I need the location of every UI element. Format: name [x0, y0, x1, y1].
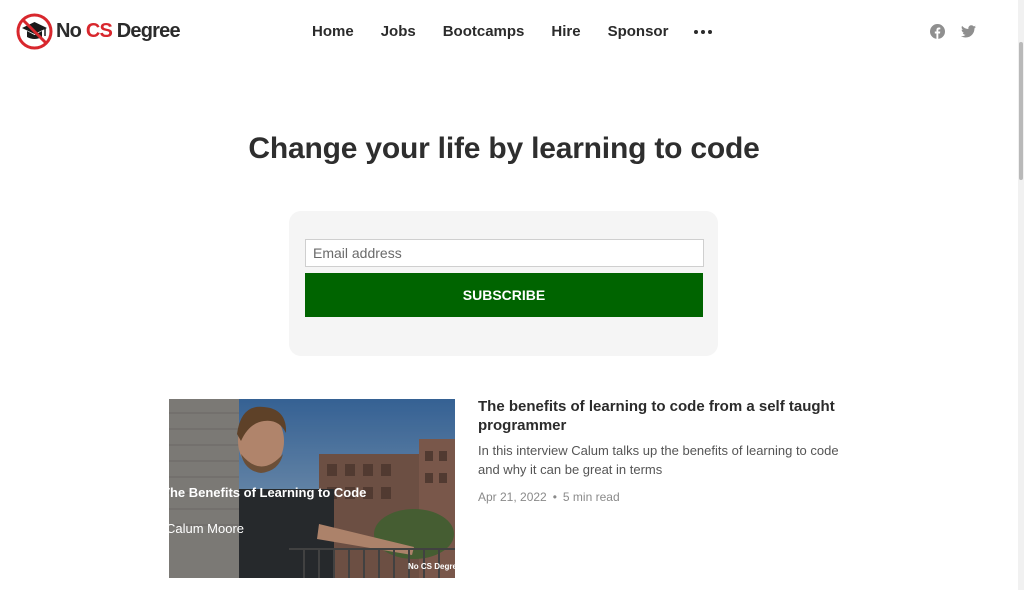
- post-title[interactable]: The benefits of learning to code from a …: [478, 397, 848, 435]
- site-logo[interactable]: No CS Degree: [16, 13, 181, 50]
- subscribe-form: SUBSCRIBE: [289, 211, 718, 356]
- thumbnail-watermark-text: No CS Degree: [408, 562, 455, 571]
- nav-jobs[interactable]: Jobs: [381, 22, 416, 42]
- ellipsis-icon[interactable]: [694, 22, 713, 42]
- meta-separator: •: [552, 490, 557, 504]
- email-input[interactable]: [305, 239, 704, 267]
- hero-title: Change your life by learning to code: [248, 132, 760, 165]
- post-meta: Apr 21, 2022 • 5 min read: [478, 490, 620, 504]
- logo-wordmark: No CS Degree: [56, 20, 181, 43]
- logo-word-cs: CS: [85, 20, 113, 42]
- logo-word-no: No: [56, 20, 82, 42]
- nav-bootcamps[interactable]: Bootcamps: [443, 22, 525, 42]
- nav-sponsor[interactable]: Sponsor: [608, 22, 669, 42]
- facebook-icon[interactable]: [930, 24, 945, 39]
- nav-hire[interactable]: Hire: [551, 22, 580, 42]
- post-excerpt: In this interview Calum talks up the ben…: [478, 443, 839, 477]
- site-header: No CS Degree Home Jobs Bootcamps Hire Sp…: [0, 0, 1018, 64]
- logo-word-degree: Degree: [116, 20, 181, 42]
- post-read-time: 5 min read: [562, 490, 620, 504]
- scrollbar-thumb[interactable]: [1019, 42, 1023, 180]
- post-date: Apr 21, 2022: [478, 490, 547, 504]
- subscribe-button[interactable]: SUBSCRIBE: [305, 273, 703, 317]
- nav-home[interactable]: Home: [312, 22, 354, 42]
- no-cs-degree-logo-icon: [16, 13, 53, 50]
- main-nav: Home Jobs Bootcamps Hire Sponsor: [312, 22, 713, 42]
- post-thumbnail[interactable]: The Benefits of Learning to Code Calum M…: [169, 399, 455, 578]
- thumbnail-author-text: Calum Moore: [169, 521, 244, 536]
- post-thumbnail-image: The Benefits of Learning to Code Calum M…: [169, 399, 455, 578]
- thumbnail-title-text: The Benefits of Learning to Code: [169, 485, 366, 500]
- twitter-icon[interactable]: [961, 25, 976, 38]
